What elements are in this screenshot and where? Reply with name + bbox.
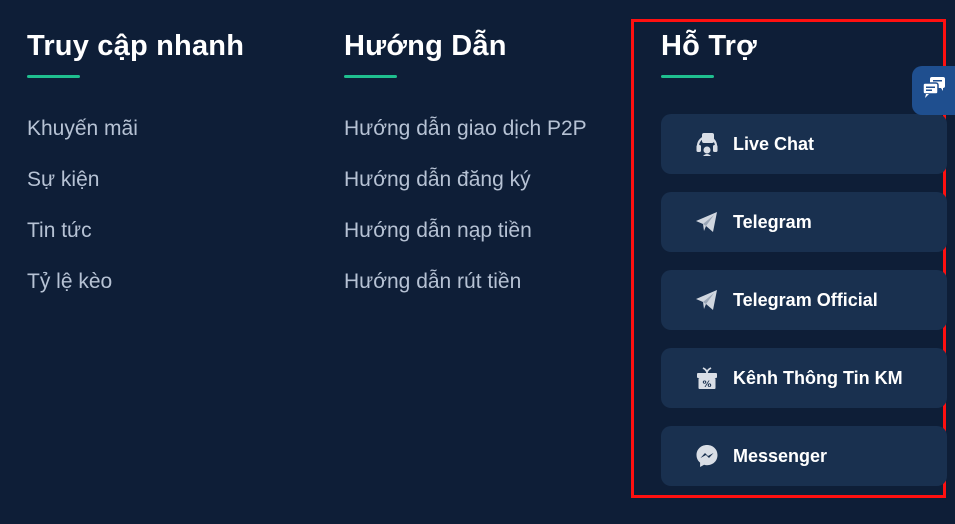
support-promo-channel-button[interactable]: % Kênh Thông Tin KM (661, 348, 947, 408)
support-item-label: Telegram (733, 211, 812, 232)
quick-access-links: Khuyến mãi Sự kiện Tin tức Tỷ lệ kèo (27, 117, 138, 321)
link-deposit-guide[interactable]: Hướng dẫn nạp tiền (344, 219, 587, 270)
guide-links: Hướng dẫn giao dịch P2P Hướng dẫn đăng k… (344, 117, 587, 321)
support-item-label: Messenger (733, 445, 828, 466)
support-item-label: Kênh Thông Tin KM (733, 367, 903, 388)
link-promotions[interactable]: Khuyến mãi (27, 117, 138, 168)
guide-title: Hướng Dẫn (344, 30, 507, 62)
quick-access-title: Truy cập nhanh (27, 30, 245, 62)
telegram-icon (693, 208, 721, 236)
link-register-guide[interactable]: Hướng dẫn đăng ký (344, 168, 587, 219)
title-underline (344, 75, 397, 78)
support-item-label: Telegram Official (733, 289, 878, 310)
floating-chat-button[interactable] (912, 66, 955, 115)
chat-bubbles-icon (921, 75, 947, 106)
title-underline (661, 75, 714, 78)
headset-icon (693, 130, 721, 158)
telegram-icon (693, 286, 721, 314)
link-news[interactable]: Tin tức (27, 219, 138, 270)
support-telegram-button[interactable]: Telegram (661, 192, 947, 252)
link-events[interactable]: Sự kiện (27, 168, 138, 219)
link-withdraw-guide[interactable]: Hướng dẫn rút tiền (344, 270, 587, 321)
support-item-label: Live Chat (733, 133, 815, 154)
support-messenger-button[interactable]: Messenger (661, 426, 947, 486)
title-underline (27, 75, 80, 78)
svg-text:%: % (702, 380, 711, 390)
support-live-chat-button[interactable]: Live Chat (661, 114, 947, 174)
link-odds[interactable]: Tỷ lệ kèo (27, 270, 138, 321)
gift-percent-icon: % (693, 364, 721, 392)
link-p2p-guide[interactable]: Hướng dẫn giao dịch P2P (344, 117, 587, 168)
messenger-icon (693, 442, 721, 470)
support-telegram-official-button[interactable]: Telegram Official (661, 270, 947, 330)
support-title: Hỗ Trợ (661, 30, 757, 62)
